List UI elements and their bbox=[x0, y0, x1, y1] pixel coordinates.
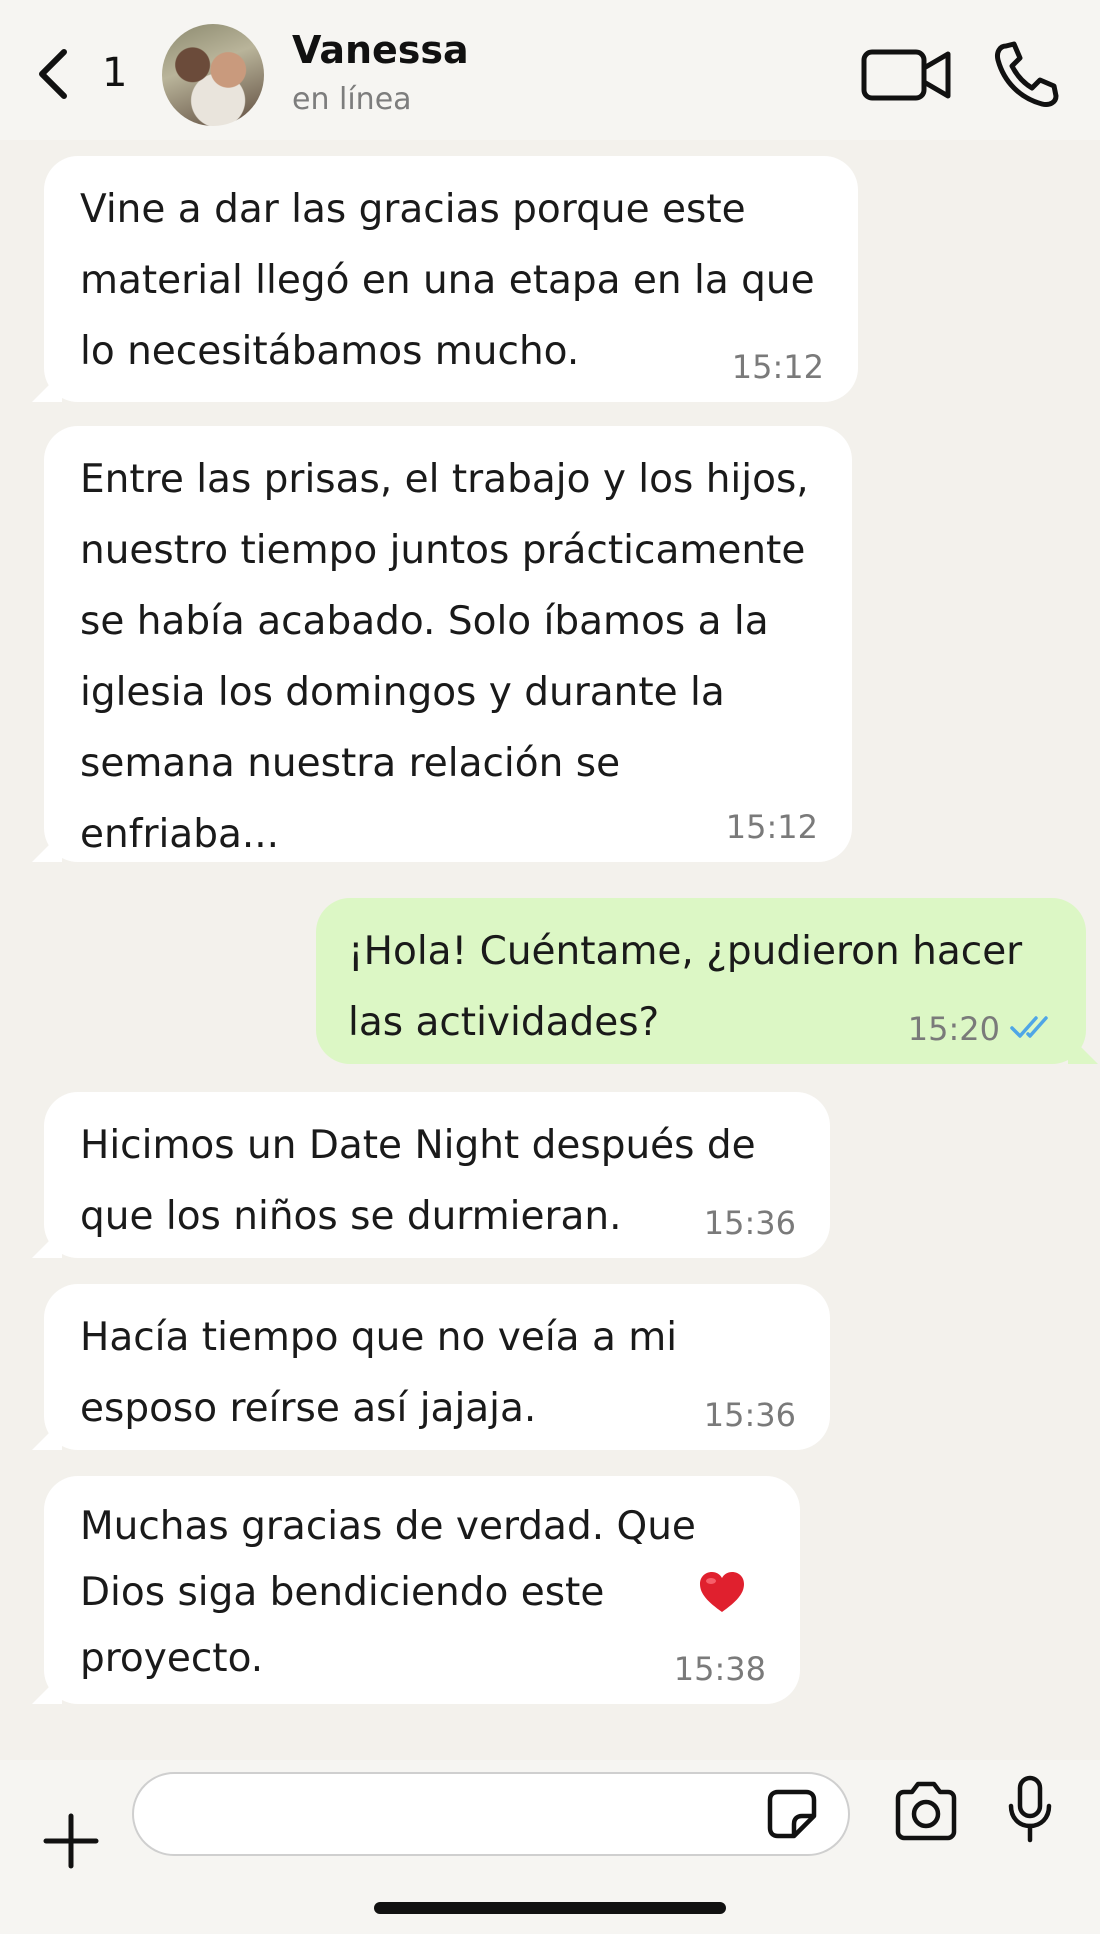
message-incoming[interactable]: Entre las prisas, el trabajo y los hijos… bbox=[44, 426, 852, 862]
message-incoming[interactable]: Muchas gracias de verdad. Que Dios siga … bbox=[44, 1476, 800, 1704]
chevron-left-icon bbox=[39, 49, 67, 99]
message-text: Entre las prisas, el trabajo y los hijos… bbox=[80, 457, 809, 857]
microphone-button[interactable] bbox=[1006, 1774, 1054, 1846]
heart-emoji bbox=[698, 1570, 746, 1618]
video-camera-icon bbox=[861, 49, 951, 101]
read-receipt-icon bbox=[1010, 1016, 1048, 1038]
message-input[interactable] bbox=[132, 1772, 850, 1856]
unread-count: 1 bbox=[102, 50, 128, 96]
message-time: 15:36 bbox=[703, 1396, 796, 1434]
message-outgoing[interactable]: ¡Hola! Cuéntame, ¿pudieron hacer las act… bbox=[316, 898, 1086, 1064]
message-list[interactable]: Vine a dar las gracias porque este mater… bbox=[0, 140, 1100, 1760]
message-time: 15:20 bbox=[907, 1010, 1000, 1048]
composer-bar bbox=[0, 1760, 1100, 1934]
message-incoming[interactable]: Hacía tiempo que no veía a mi esposo reí… bbox=[44, 1284, 830, 1450]
message-time: 15:12 bbox=[725, 808, 818, 846]
camera-button[interactable] bbox=[892, 1780, 960, 1842]
message-time: 15:36 bbox=[703, 1204, 796, 1242]
chat-header: 1 Vanessa en línea bbox=[0, 0, 1100, 140]
message-text: Hacía tiempo que no veía a mi esposo reí… bbox=[80, 1315, 678, 1431]
camera-icon bbox=[895, 1781, 957, 1841]
video-call-button[interactable] bbox=[858, 42, 958, 108]
back-button[interactable]: 1 bbox=[30, 42, 140, 108]
phone-icon bbox=[995, 41, 1059, 107]
message-incoming[interactable]: Vine a dar las gracias porque este mater… bbox=[44, 156, 858, 402]
contact-status: en línea bbox=[292, 82, 412, 117]
message-time: 15:12 bbox=[731, 348, 824, 386]
home-indicator[interactable] bbox=[374, 1902, 726, 1914]
message-time: 15:38 bbox=[673, 1650, 766, 1688]
avatar[interactable] bbox=[162, 24, 264, 126]
plus-icon bbox=[43, 1813, 99, 1869]
message-incoming[interactable]: Hicimos un Date Night después de que los… bbox=[44, 1092, 830, 1258]
voice-call-button[interactable] bbox=[990, 38, 1070, 110]
message-text: Muchas gracias de verdad. Que Dios siga … bbox=[80, 1504, 696, 1681]
microphone-icon bbox=[1008, 1775, 1052, 1843]
message-text: Vine a dar las gracias porque este mater… bbox=[80, 187, 815, 374]
message-text: Hicimos un Date Night después de que los… bbox=[80, 1123, 756, 1239]
sticker-icon bbox=[767, 1789, 817, 1839]
sticker-button[interactable] bbox=[764, 1786, 820, 1842]
contact-name[interactable]: Vanessa bbox=[292, 28, 469, 72]
attach-button[interactable] bbox=[40, 1810, 102, 1872]
